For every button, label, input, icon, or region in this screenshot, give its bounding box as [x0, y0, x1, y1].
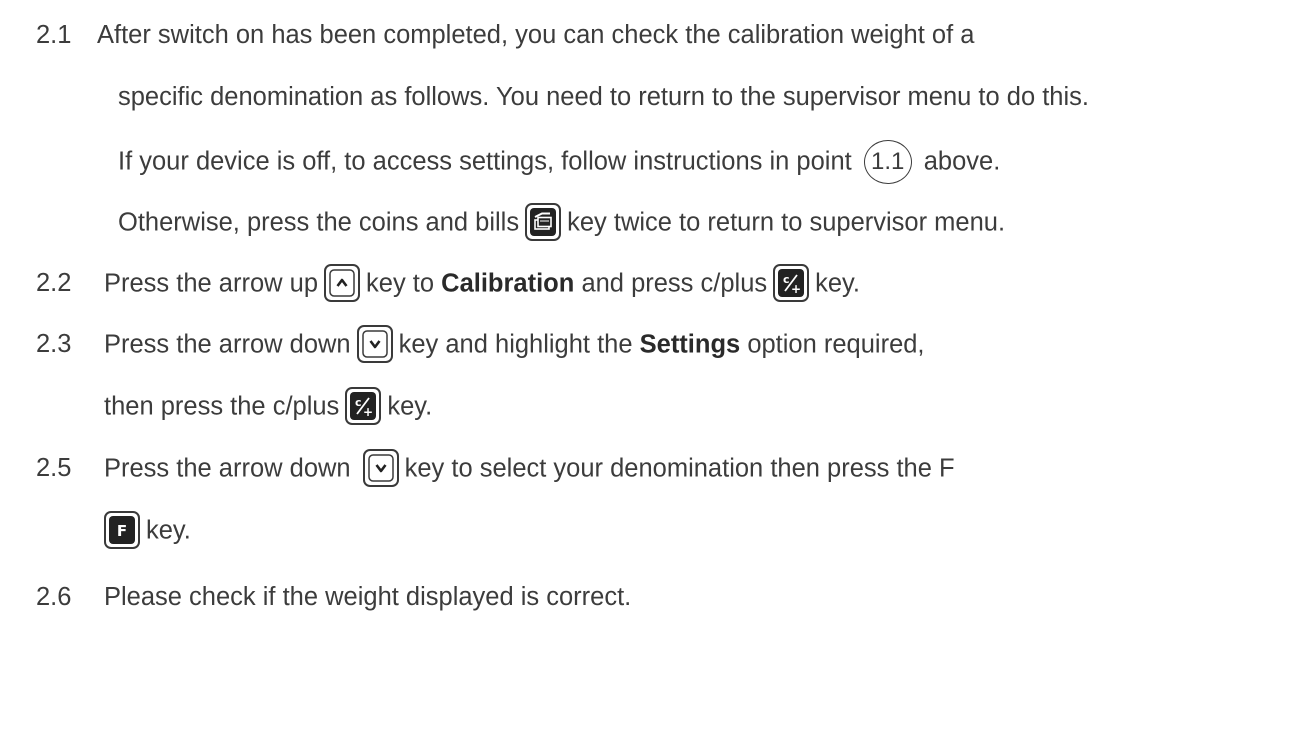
text: option required, — [747, 330, 925, 359]
text: key. — [815, 269, 860, 298]
step-2-5-line-1: Press the arrow down key to select your d… — [104, 449, 955, 487]
svg-text:+: + — [791, 282, 801, 296]
text: key twice to return to supervisor menu. — [567, 208, 1006, 237]
text: key to select your denomination then pre… — [404, 454, 955, 483]
arrow-up-key-icon — [324, 264, 361, 302]
c-plus-key-icon: c + — [773, 264, 810, 302]
text: After switch on has been completed, you … — [97, 21, 975, 49]
text: key. — [387, 392, 433, 421]
text: If your device is off, to access setting… — [118, 147, 852, 176]
text: Please check if the weight displayed is … — [104, 583, 632, 611]
text: key and highlight the — [398, 330, 633, 359]
point-reference-circle: 1.1 — [863, 140, 912, 184]
step-2-2-line-1: Press the arrow up key to Calibration and… — [104, 264, 860, 302]
text: specific denomination as follows. You ne… — [118, 83, 1089, 111]
f-key-icon: F — [104, 511, 140, 549]
arrow-down-key-icon — [362, 449, 399, 487]
text: and press c/plus — [581, 269, 768, 298]
step-2-3-line-1: Press the arrow down key and highlight th… — [104, 325, 925, 363]
text: Press the arrow down — [104, 454, 351, 483]
step-2-6-line-1: Please check if the weight displayed is … — [104, 580, 631, 614]
step-number-2-1: 2.1 — [36, 21, 72, 49]
text: key. — [146, 516, 191, 545]
svg-text:+: + — [363, 405, 373, 419]
coins-and-bills-key-icon — [525, 203, 562, 241]
text: Press the arrow up — [104, 269, 319, 298]
svg-text:F: F — [117, 522, 127, 540]
step-2-3-line-2: then press the c/plus c + key. — [104, 387, 433, 425]
step-number-2-3: 2.3 — [36, 330, 72, 358]
text: Otherwise, press the coins and bills — [118, 208, 520, 237]
svg-text:c: c — [783, 273, 790, 286]
text: key to — [366, 269, 435, 298]
text: above. — [923, 147, 1001, 176]
step-number-2-6: 2.6 — [36, 583, 72, 611]
step-number-2-2: 2.2 — [36, 269, 72, 297]
step-2-1-line-4: Otherwise, press the coins and bills key … — [118, 203, 1006, 241]
arrow-down-key-icon — [356, 325, 393, 363]
step-2-1-line-1: After switch on has been completed, you … — [97, 18, 974, 52]
step-2-1-line-3: If your device is off, to access setting… — [118, 140, 1001, 184]
calibration-label: Calibration — [441, 269, 575, 298]
step-2-1-line-2: specific denomination as follows. You ne… — [118, 80, 1089, 114]
text: then press the c/plus — [104, 392, 340, 421]
c-plus-key-icon: c + — [345, 387, 382, 425]
settings-label: Settings — [639, 330, 741, 359]
step-2-5-line-2: Fkey. — [104, 511, 191, 549]
step-number-2-5: 2.5 — [36, 454, 72, 482]
text: Press the arrow down — [104, 330, 351, 359]
svg-text:c: c — [355, 396, 362, 409]
